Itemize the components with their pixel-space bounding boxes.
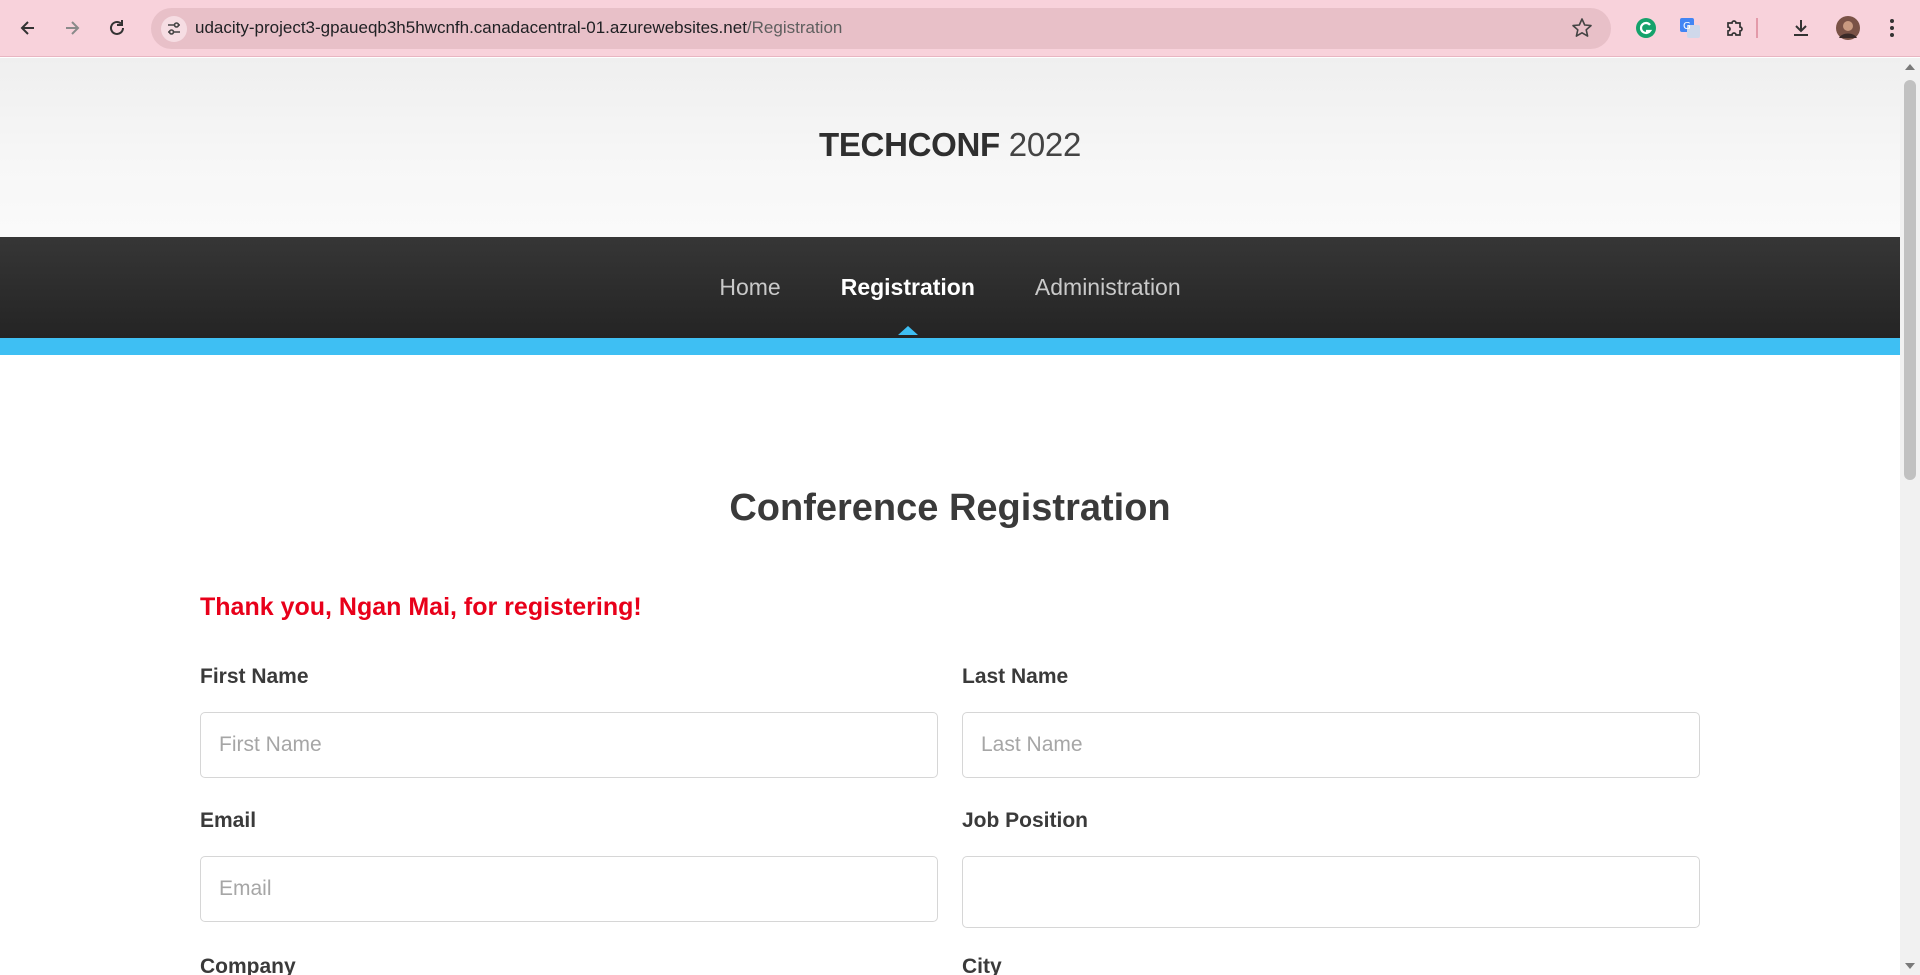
last-name-group: Last Name Last Name [962,665,1700,778]
brand-year: 2022 [1008,126,1082,163]
url-host: udacity-project3-gpaueqb3h5hwcnfh.canada… [195,18,747,37]
forward-button[interactable] [56,12,88,44]
page-scrollbar[interactable] [1900,58,1920,975]
scrollbar-thumb[interactable] [1904,80,1916,480]
web-page: TECHCONF 2022 Home Registration Administ… [0,58,1900,975]
bookmark-star-icon[interactable] [1571,17,1593,44]
first-name-input[interactable]: First Name [200,712,938,778]
browser-toolbar: udacity-project3-gpaueqb3h5hwcnfh.canada… [0,0,1920,57]
back-arrow-icon [20,21,34,35]
site-info-icon[interactable] [161,16,187,42]
job-position-label: Job Position [962,809,1088,832]
email-input[interactable]: Email [200,856,938,922]
address-bar[interactable]: udacity-project3-gpaueqb3h5hwcnfh.canada… [151,8,1611,49]
company-label: Company [200,955,296,975]
nav-item-administration[interactable]: Administration [1005,274,1211,301]
extensions-puzzle-icon[interactable] [1721,14,1749,42]
profile-avatar[interactable] [1834,14,1862,42]
toolbar-divider [1756,18,1758,38]
city-label: City [962,955,1002,975]
downloads-icon[interactable] [1787,14,1815,42]
company-group: Company [200,955,938,975]
accent-bar [0,338,1900,355]
main-nav: Home Registration Administration [0,237,1900,338]
email-group: Email Email [200,809,938,922]
reload-icon [110,20,124,35]
first-name-label: First Name [200,665,309,688]
browser-menu-icon[interactable] [1878,14,1906,42]
translate-extension-icon[interactable]: G [1676,14,1704,42]
scroll-down-arrow-icon[interactable] [1905,963,1915,969]
first-name-group: First Name First Name [200,665,938,778]
nav-item-registration-label: Registration [840,274,975,300]
success-message: Thank you, Ngan Mai, for registering! [200,593,642,621]
site-title[interactable]: TECHCONF 2022 [0,126,1900,164]
site-banner: TECHCONF 2022 [0,58,1900,237]
grammarly-extension-icon[interactable] [1632,14,1660,42]
active-indicator-caret [897,326,918,335]
reload-button[interactable] [101,12,133,44]
page-title: Conference Registration [729,487,1171,529]
job-position-select[interactable] [962,856,1700,928]
city-group: City [962,955,1700,975]
svg-text:G: G [1683,21,1691,32]
last-name-label: Last Name [962,665,1069,688]
nav-item-registration[interactable]: Registration [811,274,1005,335]
back-button[interactable] [12,12,44,44]
url-path: /Registration [746,18,843,37]
email-label: Email [200,809,257,832]
nav-item-home[interactable]: Home [689,274,810,301]
last-name-input[interactable]: Last Name [962,712,1700,778]
url-text[interactable]: udacity-project3-gpaueqb3h5hwcnfh.canada… [195,18,842,38]
scroll-up-arrow-icon[interactable] [1905,64,1915,70]
job-position-group: Job Position [962,809,1700,928]
forward-arrow-icon [66,21,80,35]
brand-name: TECHCONF [818,126,1000,163]
